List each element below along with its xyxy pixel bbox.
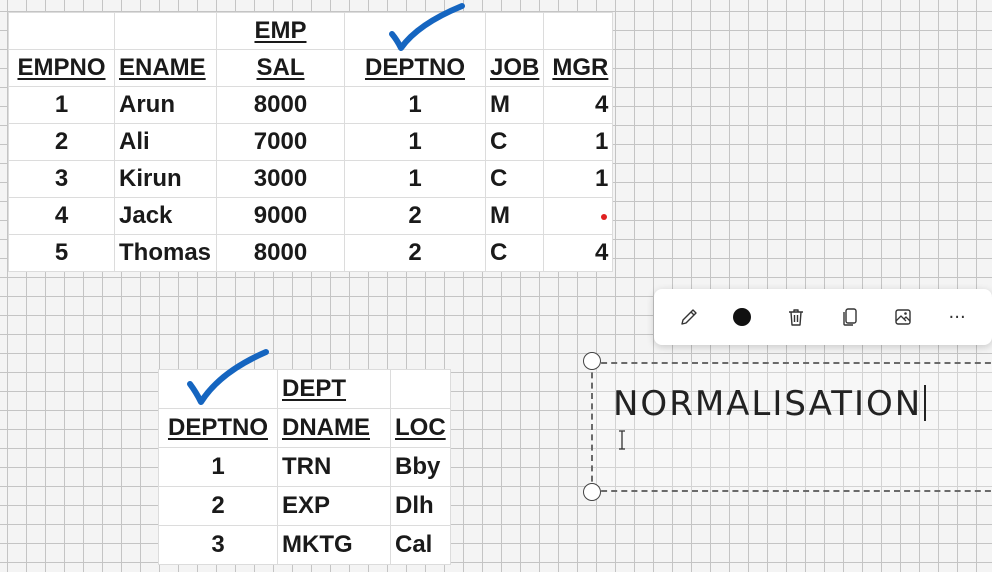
image-icon[interactable] — [885, 299, 921, 335]
cell-deptno: 3 — [158, 525, 278, 565]
selected-text-box[interactable]: NORMALISATION — [591, 362, 992, 492]
pencil-icon[interactable] — [671, 299, 707, 335]
cell-deptno: 1 — [344, 160, 486, 198]
resize-handle-bottom-left[interactable] — [583, 483, 601, 501]
dept-table-sheet: DEPT DEPTNO DNAME LOC 1 TRN Bby 2 EXP Dl… — [158, 369, 451, 565]
table-row: 5 Thomas 8000 2 C 4 — [8, 234, 614, 272]
cell-sal: 3000 — [216, 160, 345, 198]
cell-deptno: 1 — [344, 86, 486, 124]
resize-handle-top-left[interactable] — [583, 352, 601, 370]
cell-deptno: 2 — [344, 197, 486, 235]
copy-icon[interactable] — [832, 299, 868, 335]
column-header: LOC — [390, 408, 451, 448]
dept-table: DEPT DEPTNO DNAME LOC 1 TRN Bby 2 EXP Dl… — [158, 369, 451, 565]
cell-dname: TRN — [277, 447, 391, 487]
cell-mgr: 1 — [543, 123, 614, 161]
cell-deptno: 2 — [344, 234, 486, 272]
cell-loc: Bby — [390, 447, 451, 487]
ink-toolbar: ··· — [654, 289, 992, 345]
text-caret — [924, 385, 927, 421]
cell-loc: Cal — [390, 525, 451, 565]
cell-ename: Arun — [114, 86, 217, 124]
cell-mgr: 4 — [543, 234, 614, 272]
cell-loc: Dlh — [390, 486, 451, 526]
cell-job: M — [484, 86, 545, 124]
cell-ename: Thomas — [114, 234, 217, 272]
textbox-text: NORMALISATION — [613, 384, 923, 424]
cell-sal: 7000 — [216, 123, 345, 161]
table-row: 1 Arun 8000 1 M 4 — [8, 86, 614, 124]
cell-job: C — [484, 123, 545, 161]
cell-dname: EXP — [277, 486, 391, 526]
cell-mgr-annotated — [543, 197, 614, 235]
column-header: DEPTNO — [158, 408, 278, 448]
cell-empno: 5 — [8, 234, 115, 272]
color-dot-icon[interactable] — [724, 299, 760, 335]
textbox-content[interactable]: NORMALISATION — [613, 384, 927, 424]
cell-mgr: 1 — [543, 160, 614, 198]
table-row: 3 MKTG Cal — [158, 525, 451, 565]
dept-title-row: DEPT — [158, 369, 451, 409]
emp-title-row: EMP — [8, 12, 614, 50]
cell-ename: Jack — [114, 197, 217, 235]
emp-table-sheet: EMP EMPNO ENAME SAL DEPTNO JOB MGR 1 Aru… — [8, 12, 614, 272]
cell-deptno: 2 — [158, 486, 278, 526]
emp-table-title: EMP — [216, 12, 345, 50]
cell-sal: 8000 — [216, 86, 345, 124]
column-header: MGR — [543, 49, 614, 87]
column-header: JOB — [484, 49, 545, 87]
column-header: SAL — [216, 49, 345, 87]
emp-header-row: EMPNO ENAME SAL DEPTNO JOB MGR — [8, 49, 614, 87]
ibeam-cursor-icon — [619, 430, 625, 450]
cell-sal: 9000 — [216, 197, 345, 235]
cell-deptno: 1 — [158, 447, 278, 487]
cell-empno: 2 — [8, 123, 115, 161]
table-row: 3 Kirun 3000 1 C 1 — [8, 160, 614, 198]
emp-table: EMP EMPNO ENAME SAL DEPTNO JOB MGR 1 Aru… — [8, 12, 614, 272]
dept-header-row: DEPTNO DNAME LOC — [158, 408, 451, 448]
cell-ename: Ali — [114, 123, 217, 161]
cell-empno: 1 — [8, 86, 115, 124]
more-icon[interactable]: ··· — [939, 299, 975, 335]
cell-job: C — [484, 234, 545, 272]
cell-dname: MKTG — [277, 525, 391, 565]
cell-empno: 4 — [8, 197, 115, 235]
cell-mgr: 4 — [543, 86, 614, 124]
cell-ename: Kirun — [114, 160, 217, 198]
column-header: DEPTNO — [344, 49, 486, 87]
table-row: 2 EXP Dlh — [158, 486, 451, 526]
red-ink-dot — [601, 213, 608, 220]
cell-sal: 8000 — [216, 234, 345, 272]
column-header: EMPNO — [8, 49, 115, 87]
cell-job: C — [484, 160, 545, 198]
column-header: DNAME — [277, 408, 391, 448]
trash-icon[interactable] — [778, 299, 814, 335]
table-row: 4 Jack 9000 2 M — [8, 197, 614, 235]
cell-job: M — [484, 197, 545, 235]
column-header: ENAME — [114, 49, 217, 87]
cell-empno: 3 — [8, 160, 115, 198]
cell-deptno: 1 — [344, 123, 486, 161]
table-row: 1 TRN Bby — [158, 447, 451, 487]
table-row: 2 Ali 7000 1 C 1 — [8, 123, 614, 161]
dept-table-title: DEPT — [277, 369, 391, 409]
